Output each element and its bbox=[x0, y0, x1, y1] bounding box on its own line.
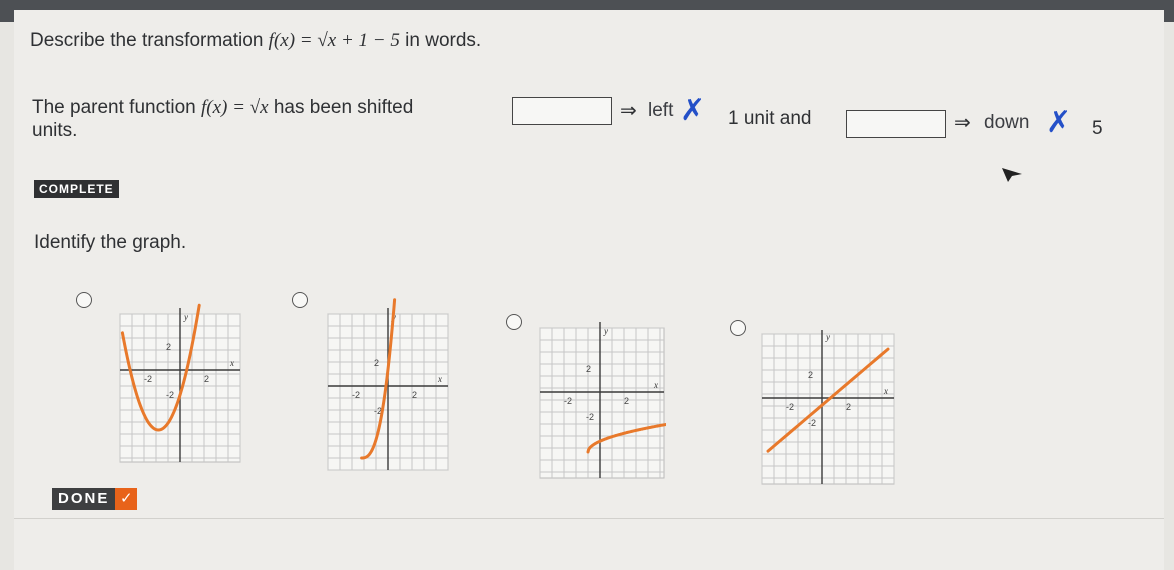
divider bbox=[14, 518, 1164, 519]
question1-prompt: Describe the transformation f(x) = √x + … bbox=[30, 30, 481, 52]
x-axis-label: x bbox=[653, 380, 658, 390]
prompt-end: in words. bbox=[399, 30, 482, 51]
y-axis-label: y bbox=[183, 312, 188, 322]
arrow-icon: ⇒ bbox=[620, 100, 637, 122]
tick-label: -2 bbox=[144, 374, 152, 384]
tick-label: 2 bbox=[808, 370, 813, 380]
tick-label: -2 bbox=[808, 418, 816, 428]
tick-label: -2 bbox=[786, 402, 794, 412]
graph-option-b[interactable]: xy2-2 2-2 bbox=[326, 298, 452, 472]
arrow-icon: ⇒ bbox=[954, 112, 971, 134]
y-axis-label: y bbox=[603, 326, 608, 336]
x-axis-label: x bbox=[437, 374, 442, 384]
tick-label: -2 bbox=[564, 396, 572, 406]
sentence-start: The parent function bbox=[32, 97, 201, 118]
check-icon: ✓ bbox=[115, 488, 138, 510]
option-c-radio[interactable] bbox=[506, 314, 522, 330]
y-axis-label: y bbox=[825, 332, 830, 342]
wrong-x-icon: ✗ bbox=[1046, 106, 1072, 139]
graph-background bbox=[761, 333, 895, 485]
tick-label: 2 bbox=[586, 364, 591, 374]
question2-prompt: Identify the graph. bbox=[34, 232, 187, 253]
option-a-radio[interactable] bbox=[76, 292, 92, 308]
answer-box-2[interactable] bbox=[846, 110, 946, 138]
tick-label: 2 bbox=[412, 390, 417, 400]
answer-1-value: left bbox=[648, 100, 674, 121]
question1-sentence: The parent function f(x) = √x has been s… bbox=[32, 97, 413, 119]
graph-option-d[interactable]: x y 2 -2 2 -2 bbox=[760, 330, 898, 488]
graph-option-a[interactable]: x y 2 -2 2 -2 bbox=[118, 298, 244, 468]
tick-label: 2 bbox=[166, 342, 171, 352]
done-label: DONE bbox=[58, 490, 110, 507]
amount-1: 1 unit and bbox=[728, 108, 812, 129]
tick-label: -2 bbox=[586, 412, 594, 422]
option-b-radio[interactable] bbox=[292, 292, 308, 308]
graph-option-c[interactable]: x y 2 -2 2 -2 bbox=[538, 322, 666, 482]
prompt-text: Describe the transformation bbox=[30, 30, 269, 51]
wrong-x-icon: ✗ bbox=[680, 94, 706, 127]
tick-label: 2 bbox=[624, 396, 629, 406]
tick-label: 2 bbox=[374, 358, 379, 368]
option-d-radio[interactable] bbox=[730, 320, 746, 336]
tick-label: -2 bbox=[352, 390, 360, 400]
formula: f(x) = √x + 1 − 5 bbox=[268, 30, 400, 51]
amount-2: 5 bbox=[1092, 118, 1103, 139]
tick-label: 2 bbox=[846, 402, 851, 412]
question-panel bbox=[14, 10, 1164, 570]
graph-background bbox=[539, 327, 665, 479]
complete-badge: COMPLETE bbox=[34, 180, 119, 198]
tick-label: -2 bbox=[166, 390, 174, 400]
x-axis-label: x bbox=[883, 386, 888, 396]
cursor-icon bbox=[1002, 168, 1022, 182]
tick-label: 2 bbox=[204, 374, 209, 384]
answer-2-value: down bbox=[984, 112, 1030, 133]
parent-formula: f(x) = √x bbox=[201, 97, 269, 118]
sentence-mid: has been shifted bbox=[268, 97, 414, 118]
answer-box-1[interactable] bbox=[512, 97, 612, 125]
units-label: units. bbox=[32, 120, 78, 141]
done-button[interactable]: DONE ✓ bbox=[52, 488, 138, 510]
x-axis-label: x bbox=[229, 358, 234, 368]
